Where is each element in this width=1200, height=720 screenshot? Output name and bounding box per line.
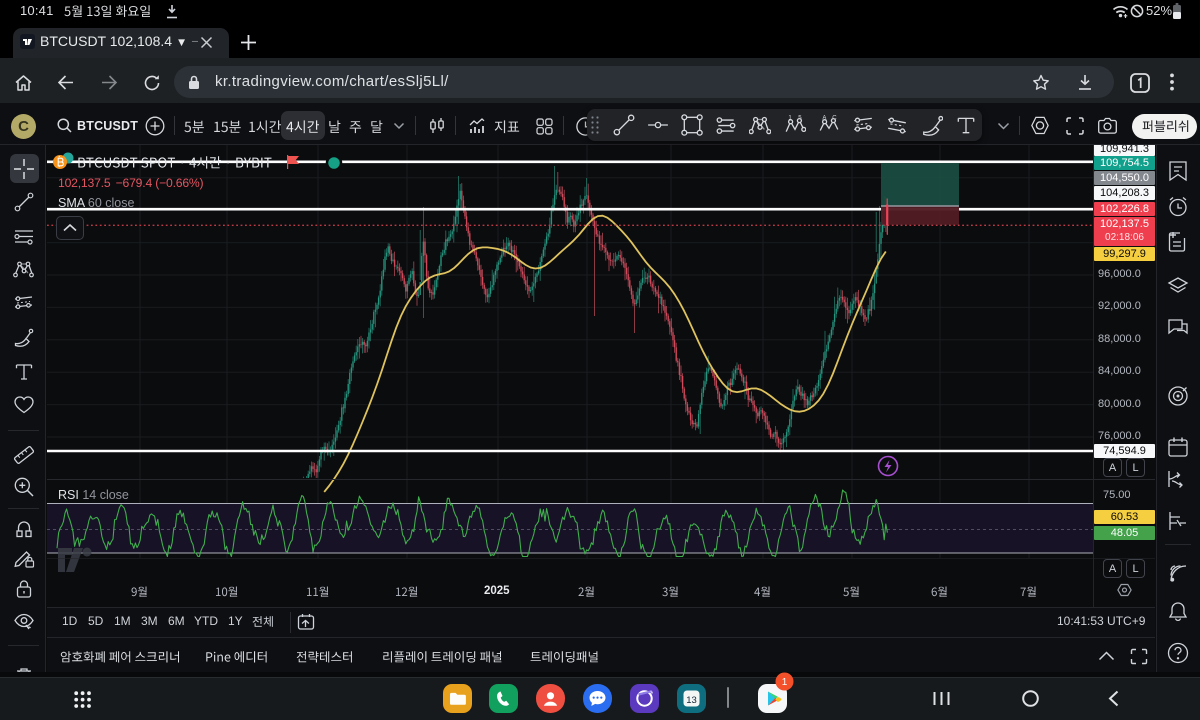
svg-text:1: 1: [782, 677, 788, 688]
svg-text:13: 13: [686, 695, 697, 706]
